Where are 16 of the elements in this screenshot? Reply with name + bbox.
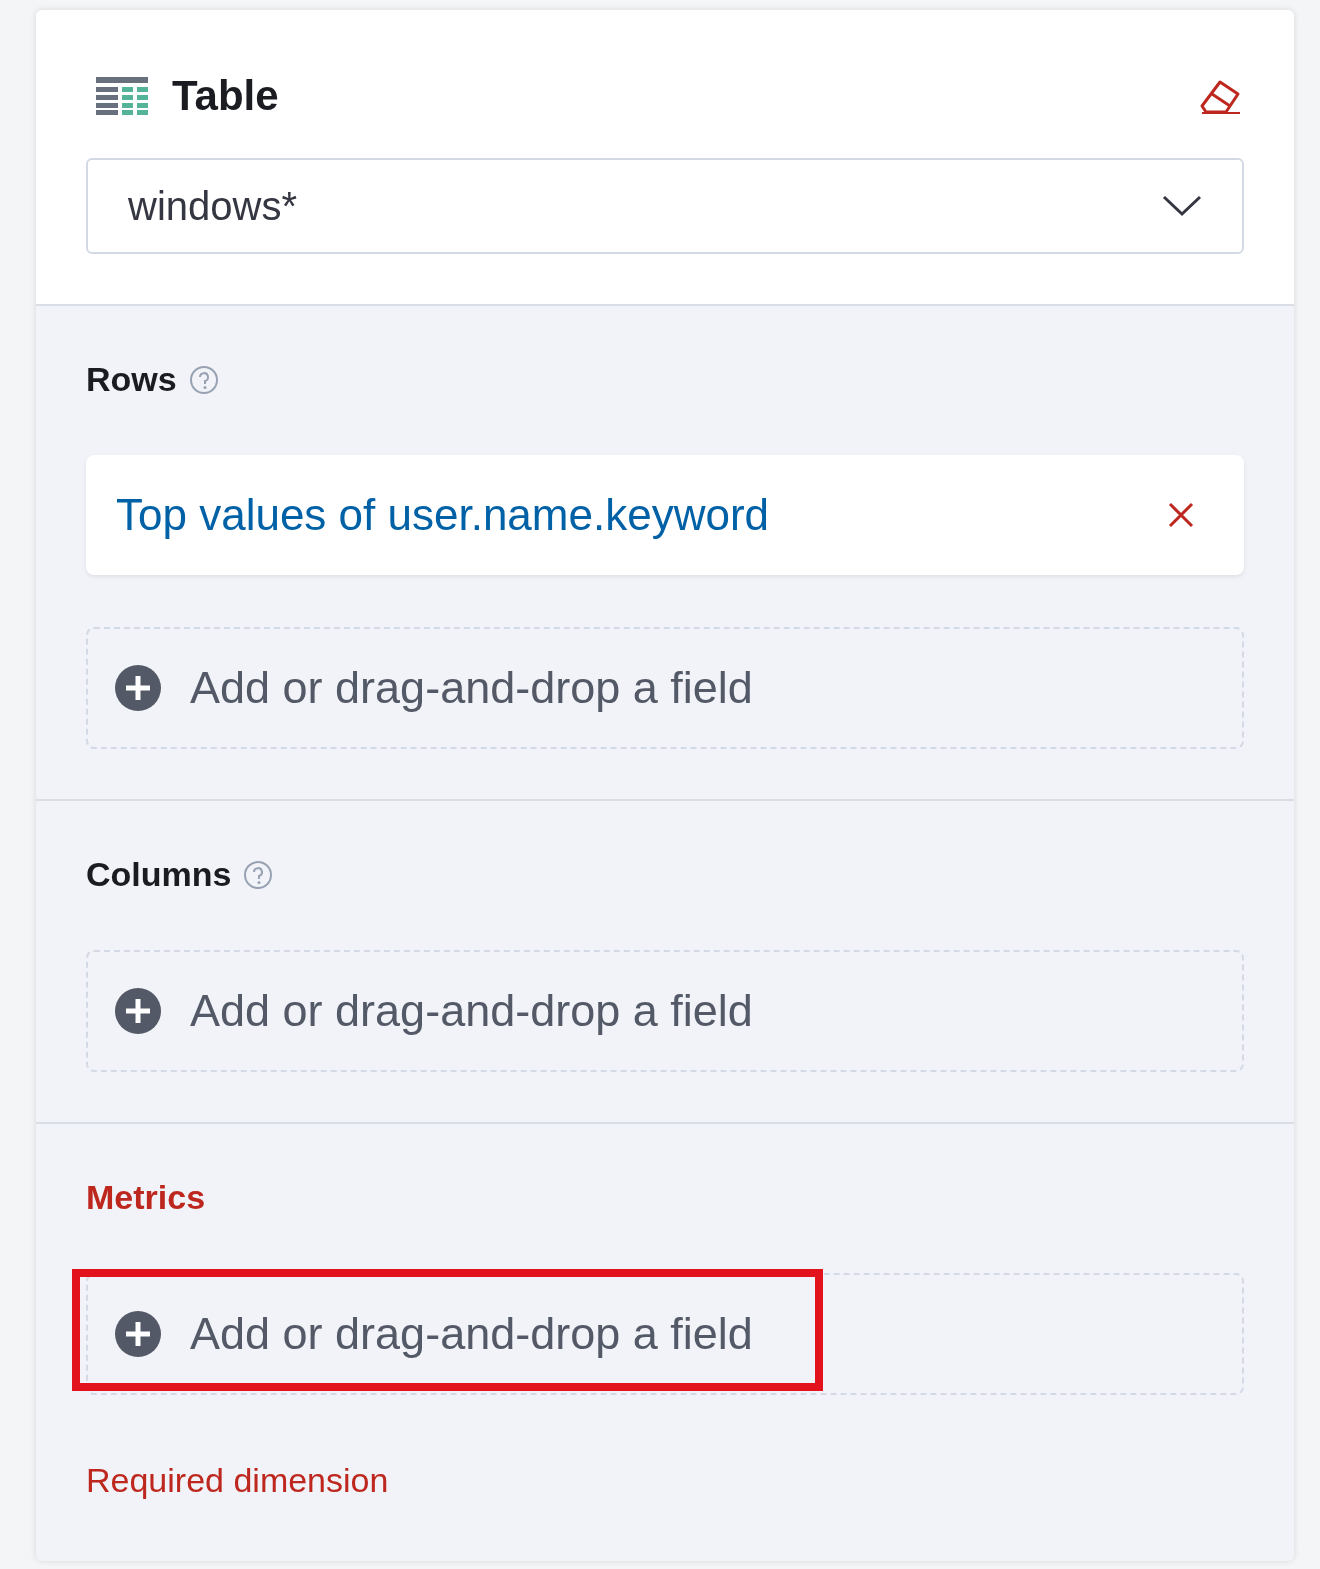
plus-circle-icon [114, 1310, 162, 1358]
group-label: Columns [86, 855, 232, 894]
chevron-down-icon [1162, 195, 1202, 217]
dimension-link[interactable]: Top values of user.name.keyword [116, 490, 770, 540]
panel-title: Table [172, 72, 279, 120]
error-message: Required dimension [86, 1461, 390, 1500]
plus-circle-icon [114, 987, 162, 1035]
table-icon [96, 77, 148, 115]
add-field-button[interactable]: Add or drag-and-drop a field [86, 950, 1244, 1072]
index-pattern-select[interactable]: windows* [86, 158, 1244, 254]
group-label: Rows [86, 360, 177, 399]
add-field-button[interactable]: Add or drag-and-drop a field [86, 1273, 1244, 1395]
add-field-button[interactable]: Add or drag-and-drop a field [86, 627, 1244, 749]
plus-circle-icon [114, 664, 162, 712]
remove-icon[interactable] [1168, 502, 1194, 528]
group-label: Metrics [86, 1178, 206, 1217]
